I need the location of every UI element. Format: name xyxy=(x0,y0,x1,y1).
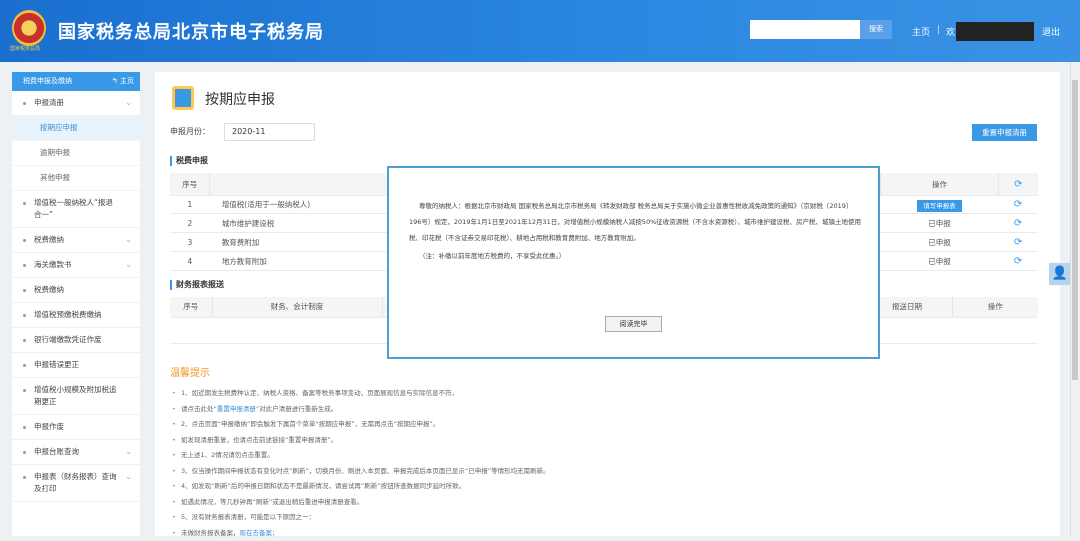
sidebar-item-label: 银行端缴款凭证作废 xyxy=(34,335,102,344)
tip-link[interactable]: 现在去备案； xyxy=(240,529,279,537)
logout-link[interactable]: 退出 xyxy=(1042,25,1060,38)
tip-item: 未做财务报表备案，现在去备案； xyxy=(172,526,1032,541)
tip-item: 3、仅当操作期间申报状态有变化时点“刷新”，切换月份、刷进入本页面、申报完成后本… xyxy=(172,464,1032,480)
tips-list: 1、如近期发生税费种认定、纳税人资格、备案等税务事项变动，页面展现信息与实际信息… xyxy=(172,386,1032,541)
tip-item: 4、如发现“刷新”后的申报日期和状态不是最新情况，请尝试再“刷新”按钮所查数据同… xyxy=(172,479,1032,495)
month-label: 申报月份： xyxy=(170,126,210,137)
sidebar-item[interactable]: 申报台账查询 ⌄ xyxy=(12,440,140,465)
page-title: 按期应申报 xyxy=(205,89,275,109)
sidebar-item-label: 税费缴纳 xyxy=(34,235,64,244)
sidebar-item[interactable]: 增值税预缴税费缴纳 xyxy=(12,303,140,328)
read-done-button[interactable]: 阅读完毕 xyxy=(605,316,662,332)
search-button[interactable]: 搜索 xyxy=(860,20,892,39)
refresh-icon[interactable]: ⟳ xyxy=(998,252,1038,271)
scrollbar-thumb[interactable] xyxy=(1072,80,1078,380)
sidebar-menu: 申报清册⌄按期应申报逾期申报其他申报增值税一般纳税人“报退合一”税费缴纳⌄海关缴… xyxy=(12,91,140,502)
reset-list-button[interactable]: 重置申报清册 xyxy=(972,124,1037,141)
status-text: 已申报 xyxy=(928,257,951,266)
sidebar-item[interactable]: 银行端缴款凭证作废 xyxy=(12,328,140,353)
notice-text: 尊敬的纳税人：根据北京市财政局 国家税务总局北京市税务局《转发财政部 税务总局关… xyxy=(409,198,864,246)
sidebar-item-label: 申报作废 xyxy=(34,422,64,431)
customer-service-icon[interactable]: 👤 xyxy=(1049,263,1071,285)
sidebar-item-label: 海关缴款书 xyxy=(34,260,72,269)
chevron-down-icon: ⌄ xyxy=(125,446,132,458)
sidebar-header: 税费申报及缴纳 ↰ 主页 xyxy=(12,72,140,91)
tip-item: 无上述1、2情况请勿点击重置。 xyxy=(172,448,1032,464)
sidebar: 税费申报及缴纳 ↰ 主页 申报清册 ⌄ 按期应申报逾期申报其他申报增值税一般纳税人“… xyxy=(12,72,140,536)
col-no: 序号 xyxy=(170,297,212,317)
sidebar-item-label: 增值税预缴税费缴纳 xyxy=(34,310,102,319)
home-link[interactable]: 主页 xyxy=(912,25,930,38)
sidebar-item-label: 增值税一般纳税人“报退合一” xyxy=(34,198,113,219)
redacted-username xyxy=(956,22,1034,41)
chevron-down-icon: ⌄ xyxy=(125,234,132,246)
status-text: 已申报 xyxy=(928,238,951,247)
col-action: 操作 xyxy=(952,297,1038,317)
separator: | xyxy=(937,25,940,35)
sidebar-title: 税费申报及缴纳 xyxy=(23,77,72,85)
col-no: 序号 xyxy=(170,173,210,196)
refresh-icon[interactable]: ⟳ xyxy=(998,214,1038,233)
tip-item: 如发现清册重复，也请点击前述链接“重置申报清册”。 xyxy=(172,433,1032,449)
row-no: 1 xyxy=(170,196,210,214)
tips-title: 温馨提示 xyxy=(170,364,210,379)
sidebar-item[interactable]: 申报清册 ⌄ xyxy=(12,91,140,116)
tip-link[interactable]: “重置申报清册” xyxy=(214,405,260,413)
tax-section-title: 税费申报 xyxy=(170,156,208,166)
search-input[interactable] xyxy=(750,20,860,39)
sidebar-item[interactable]: 申报表（财务报表）查询及打印 ⌄ xyxy=(12,465,140,502)
welcome-text: 欢 xyxy=(946,25,955,38)
col-action: 操作 xyxy=(881,173,998,196)
tip-item: 如遇此情况，等几秒钟再“刷新”或退出稍后重进申报清册查看。 xyxy=(172,495,1032,511)
sidebar-item-label: 申报清册 xyxy=(34,98,64,107)
sidebar-item[interactable]: 税费缴纳 xyxy=(12,278,140,303)
chevron-down-icon: ⌄ xyxy=(125,471,132,483)
tax-emblem-logo xyxy=(12,10,46,46)
refresh-all-icon[interactable]: ⟳ xyxy=(998,173,1038,196)
col-accounting-system: 财务、会计制度 xyxy=(212,297,382,317)
back-arrow-icon: ↰ xyxy=(112,77,120,85)
row-no: 4 xyxy=(170,252,210,271)
notice-note: （注：补缴以前年度地方税费的，不享受此优惠。） xyxy=(419,250,565,260)
sidebar-item[interactable]: 增值税小规模及附加税追期更正 xyxy=(12,378,140,415)
refresh-icon[interactable]: ⟳ xyxy=(998,196,1038,214)
sidebar-item-label: 申报台账查询 xyxy=(34,447,79,456)
sidebar-subitem[interactable]: 逾期申报 xyxy=(12,141,140,166)
sidebar-home-link[interactable]: ↰ 主页 xyxy=(112,72,134,91)
document-icon xyxy=(172,86,194,110)
sidebar-item-label: 申报错误更正 xyxy=(34,360,79,369)
chevron-down-icon: ⌄ xyxy=(125,259,132,271)
tip-item: 2、点击页面“申报缴纳”即会触发下属首个菜单“按期应申报”，无需再点击“按期应申… xyxy=(172,417,1032,433)
sidebar-item[interactable]: 海关缴款书 ⌄ xyxy=(12,253,140,278)
tip-item: 5、没有财务报表清册，可能是以下原因之一： xyxy=(172,510,1032,526)
sidebar-item-label: 增值税小规模及附加税追期更正 xyxy=(34,385,117,406)
month-input[interactable]: 2020-11 xyxy=(224,123,315,141)
refresh-icon[interactable]: ⟳ xyxy=(998,233,1038,252)
sidebar-item[interactable]: 申报错误更正 xyxy=(12,353,140,378)
row-no: 3 xyxy=(170,233,210,252)
fin-section-title: 财务报表报送 xyxy=(170,280,224,290)
sidebar-item[interactable]: 税费缴纳 ⌄ xyxy=(12,228,140,253)
fill-form-button[interactable]: 填写申报表 xyxy=(917,200,962,212)
sidebar-item-label: 税费缴纳 xyxy=(34,285,64,294)
sidebar-subitem[interactable]: 按期应申报 xyxy=(12,116,140,141)
tip-item: 请点击此处“重置申报清册”对此户清册进行重新生成。 xyxy=(172,402,1032,418)
sidebar-item-label: 申报表（财务报表）查询及打印 xyxy=(34,472,117,493)
status-text: 已申报 xyxy=(928,219,951,228)
tip-item: 1、如近期发生税费种认定、纳税人资格、备案等税务事项变动，页面展现信息与实际信息… xyxy=(172,386,1032,402)
sidebar-item[interactable]: 申报作废 xyxy=(12,415,140,440)
sidebar-item[interactable]: 增值税一般纳税人“报退合一” xyxy=(12,191,140,228)
emblem-caption: 国家税务总局 xyxy=(10,45,40,52)
row-no: 2 xyxy=(170,214,210,233)
chevron-down-icon: ⌄ xyxy=(125,97,132,109)
site-title: 国家税务总局北京市电子税务局 xyxy=(58,18,324,44)
notice-dialog: 尊敬的纳税人：根据北京市财政局 国家税务总局北京市税务局《转发财政部 税务总局关… xyxy=(387,166,880,359)
sidebar-subitem[interactable]: 其他申报 xyxy=(12,166,140,191)
